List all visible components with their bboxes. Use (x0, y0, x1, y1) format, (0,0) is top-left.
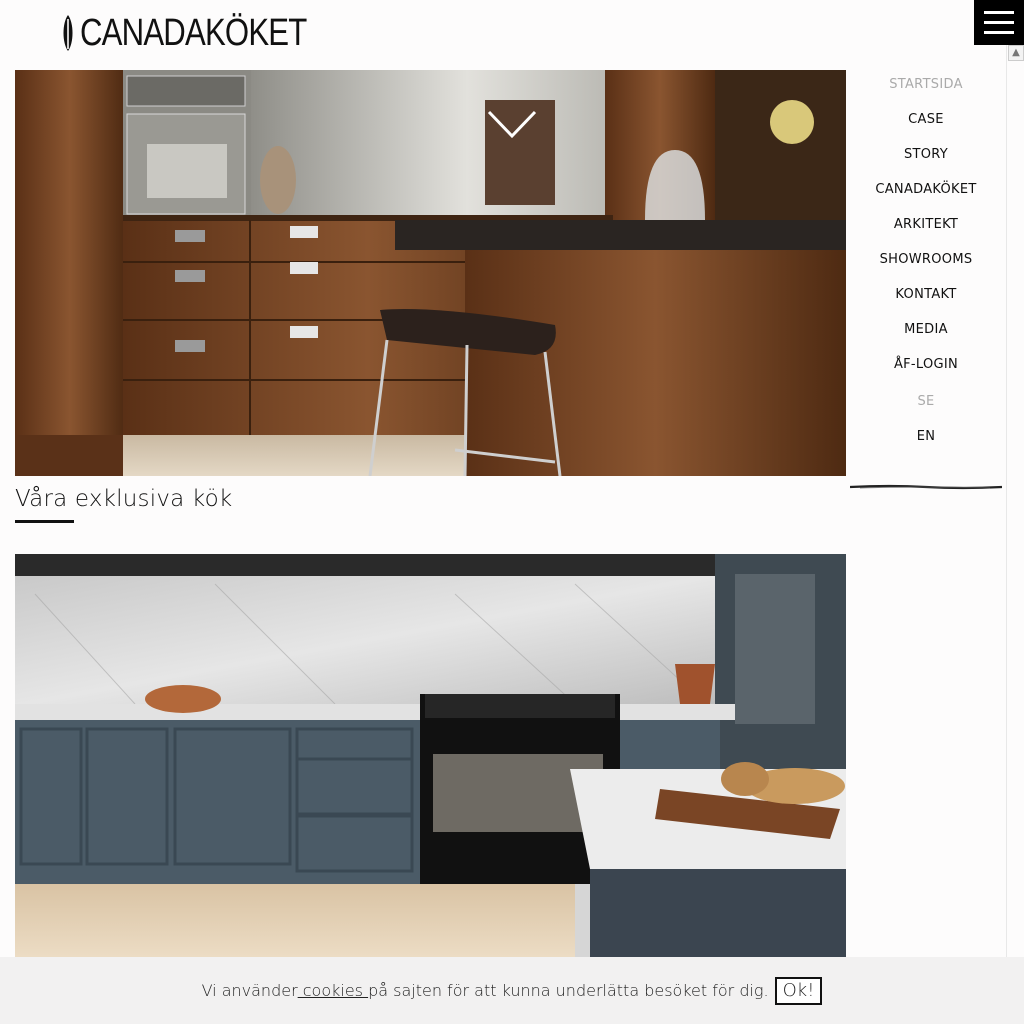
scroll-up-arrow-icon[interactable]: ▲ (1008, 45, 1024, 61)
title-underline (15, 520, 74, 523)
nav-item-media[interactable]: MEDIA (846, 322, 1006, 337)
language-en[interactable]: EN (846, 429, 1006, 444)
hero-kitchen-image (15, 70, 846, 476)
nav-item-canadakoket[interactable]: CANADAKÖKET (846, 182, 1006, 197)
nav-item-arkitekt[interactable]: ARKITEKT (846, 217, 1006, 232)
nav-item-showrooms[interactable]: SHOWROOMS (846, 252, 1006, 267)
cookie-text-before: Vi använder (201, 981, 298, 1000)
nav-item-startsida[interactable]: STARTSIDA (846, 77, 1006, 92)
language-se[interactable]: SE (846, 394, 1006, 409)
section-title: Våra exklusiva kök (15, 486, 233, 512)
chevron-down-icon[interactable] (487, 100, 537, 144)
page-scrollbar[interactable] (1006, 45, 1024, 957)
nav-item-case[interactable]: CASE (846, 112, 1006, 127)
hamburger-menu-icon[interactable] (974, 0, 1024, 45)
nav-item-kontakt[interactable]: KONTAKT (846, 287, 1006, 302)
cookie-ok-button[interactable]: Ok! (774, 976, 823, 1005)
grey-kitchen-image (15, 554, 846, 957)
nav-item-af-login[interactable]: ÅF-LOGIN (846, 357, 1006, 372)
cookie-banner: Vi använder cookies på sajten för att ku… (0, 957, 1024, 1024)
brand-name: CANADAKÖKET (80, 12, 307, 54)
leaf-logo-icon (63, 15, 73, 51)
site-header: CANADAKÖKET (0, 0, 1024, 70)
cookie-policy-link[interactable]: cookies (298, 981, 368, 1000)
cookie-text-after: på sajten för att kunna underlätta besök… (368, 981, 769, 1000)
nav-item-story[interactable]: STORY (846, 147, 1006, 162)
brush-divider (850, 484, 1002, 490)
brand-logo[interactable]: CANADAKÖKET (60, 10, 356, 56)
